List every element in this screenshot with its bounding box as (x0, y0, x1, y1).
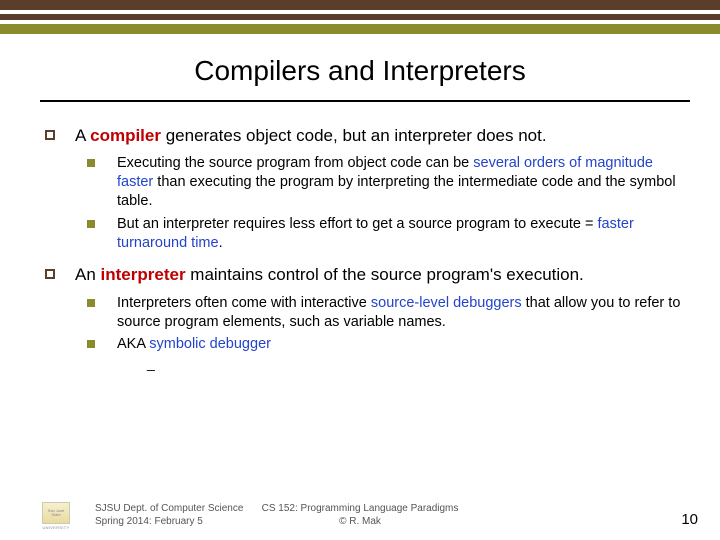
term-compiler: compiler (90, 126, 161, 145)
footer-copyright: © R. Mak (0, 516, 720, 529)
bullet-2-prefix: An (75, 265, 101, 284)
sub-2-2: AKA symbolic debugger _ (87, 335, 690, 372)
bullet-1: A compiler generates object code, but an… (45, 125, 690, 146)
content-area: A compiler generates object code, but an… (45, 125, 690, 384)
square-bullet-icon (45, 269, 55, 279)
bar-olive (0, 24, 720, 34)
footer-center: CS 152: Programming Language Paradigms ©… (0, 503, 720, 528)
bullet-2-rest: maintains control of the source program'… (186, 265, 584, 284)
filled-square-icon (87, 220, 95, 228)
footer-course: CS 152: Programming Language Paradigms (0, 503, 720, 516)
sub-2-2-highlight: symbolic debugger (149, 336, 271, 352)
sub-1-1: Executing the source program from object… (87, 154, 690, 211)
top-decorative-bars (0, 0, 720, 34)
trailing-dash: _ (117, 354, 690, 372)
sub-2-2-p1: AKA (117, 336, 149, 352)
filled-square-icon (87, 299, 95, 307)
sub-1-1-p2: than executing the program by interpreti… (117, 174, 676, 209)
filled-square-icon (87, 340, 95, 348)
bullet-2-subs: Interpreters often come with interactive… (45, 294, 690, 373)
sub-2-1-p1: Interpreters often come with interactive (117, 295, 371, 311)
sub-1-2-p2: . (219, 235, 223, 251)
square-bullet-icon (45, 130, 55, 140)
sub-2-1: Interpreters often come with interactive… (87, 294, 690, 332)
slide-title: Compilers and Interpreters (0, 55, 720, 87)
slide: Compilers and Interpreters A compiler ge… (0, 0, 720, 540)
sub-1-2: But an interpreter requires less effort … (87, 215, 690, 253)
filled-square-icon (87, 159, 95, 167)
title-underline (40, 100, 690, 102)
bullet-2: An interpreter maintains control of the … (45, 264, 690, 285)
bullet-1-subs: Executing the source program from object… (45, 154, 690, 252)
bar-brown-1 (0, 0, 720, 10)
sub-1-2-p1: But an interpreter requires less effort … (117, 216, 598, 232)
sub-1-1-p1: Executing the source program from object… (117, 155, 473, 171)
sub-2-1-highlight: source-level debuggers (371, 295, 522, 311)
bar-brown-2 (0, 14, 720, 20)
bullet-1-prefix: A (75, 126, 90, 145)
bullet-1-rest: generates object code, but an interprete… (161, 126, 547, 145)
term-interpreter: interpreter (101, 265, 186, 284)
page-number: 10 (681, 511, 698, 528)
